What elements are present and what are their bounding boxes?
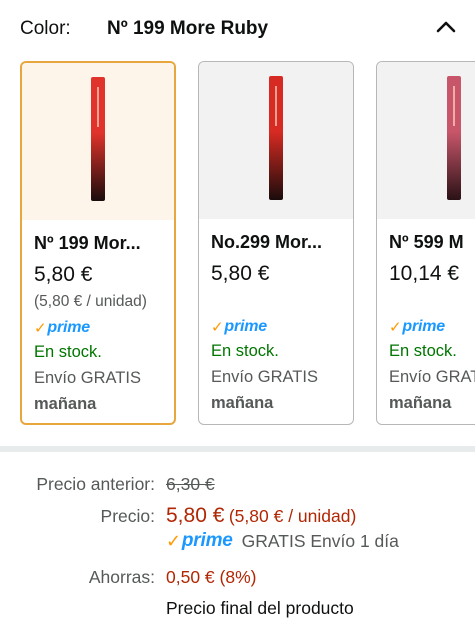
prime-check-icon: ✓ [211, 319, 224, 336]
swatch-image [22, 63, 174, 220]
prime-check-icon: ✓ [34, 320, 47, 337]
lipstick-image [447, 76, 461, 200]
color-selector-header[interactable]: Color: Nº 199 More Ruby [20, 14, 460, 46]
previous-price-label: Precio anterior: [36, 474, 155, 494]
savings-label: Ahorras: [88, 567, 155, 587]
stock-status: En stock. [389, 342, 457, 360]
shipping-info: Envío GRAT [389, 368, 475, 386]
selected-color-name: Nº 199 More Ruby [107, 18, 269, 39]
delivery-day: mañana [34, 395, 97, 413]
swatch-name: Nº 199 Mor... [34, 233, 141, 253]
price-label: Precio: [100, 506, 155, 526]
prime-badge: ✓ prime [166, 530, 233, 551]
prime-shipping: ✓ prime GRATIS Envío 1 día [166, 530, 399, 552]
swatch-name: No.299 Mor... [211, 232, 323, 252]
prime-badge: ✓ prime [389, 318, 445, 336]
prime-check-icon: ✓ [389, 319, 402, 336]
section-divider [0, 446, 475, 452]
delivery-day: mañana [389, 394, 452, 412]
current-price: 5,80 € [166, 504, 225, 527]
stock-status: En stock. [34, 343, 102, 361]
lipstick-image [269, 76, 283, 200]
swatch-price: 10,14 € [389, 262, 460, 285]
chevron-up-icon[interactable] [432, 16, 460, 40]
color-swatch[interactable]: Nº 199 Mor... 5,80 € (5,80 € / unidad) ✓… [20, 61, 176, 425]
price-value-group: 5,80 € (5,80 € / unidad) [166, 504, 356, 528]
swatch-price: 5,80 € [211, 262, 270, 285]
prime-badge: ✓ prime [34, 319, 90, 337]
final-price-note: Precio final del producto [166, 598, 354, 618]
previous-price-value: 6,30 € [166, 474, 215, 494]
stock-status: En stock. [211, 342, 279, 360]
color-label: Color: [20, 18, 71, 39]
swatch-unit-price: (5,80 € / unidad) [34, 293, 147, 310]
swatch-image [199, 62, 353, 219]
current-unit-price: (5,80 € / unidad) [228, 506, 357, 526]
color-swatch[interactable]: Nº 599 M 10,14 € ✓ prime En stock. Envío … [376, 61, 475, 425]
delivery-day: mañana [211, 394, 274, 412]
shipping-info: Envío GRATIS [211, 368, 318, 386]
prime-shipping-text: GRATIS Envío 1 día [241, 531, 399, 551]
color-swatch-carousel[interactable]: Nº 199 Mor... 5,80 € (5,80 € / unidad) ✓… [0, 60, 475, 430]
swatch-name: Nº 599 M [389, 232, 464, 252]
swatch-price: 5,80 € [34, 263, 93, 286]
prime-badge: ✓ prime [211, 318, 267, 336]
swatch-image [377, 62, 475, 219]
savings-value: 0,50 € (8%) [166, 567, 257, 587]
shipping-info: Envío GRATIS [34, 369, 141, 387]
prime-check-icon: ✓ [166, 531, 181, 551]
color-swatch[interactable]: No.299 Mor... 5,80 € ✓ prime En stock. En… [198, 61, 354, 425]
lipstick-image [91, 77, 105, 201]
